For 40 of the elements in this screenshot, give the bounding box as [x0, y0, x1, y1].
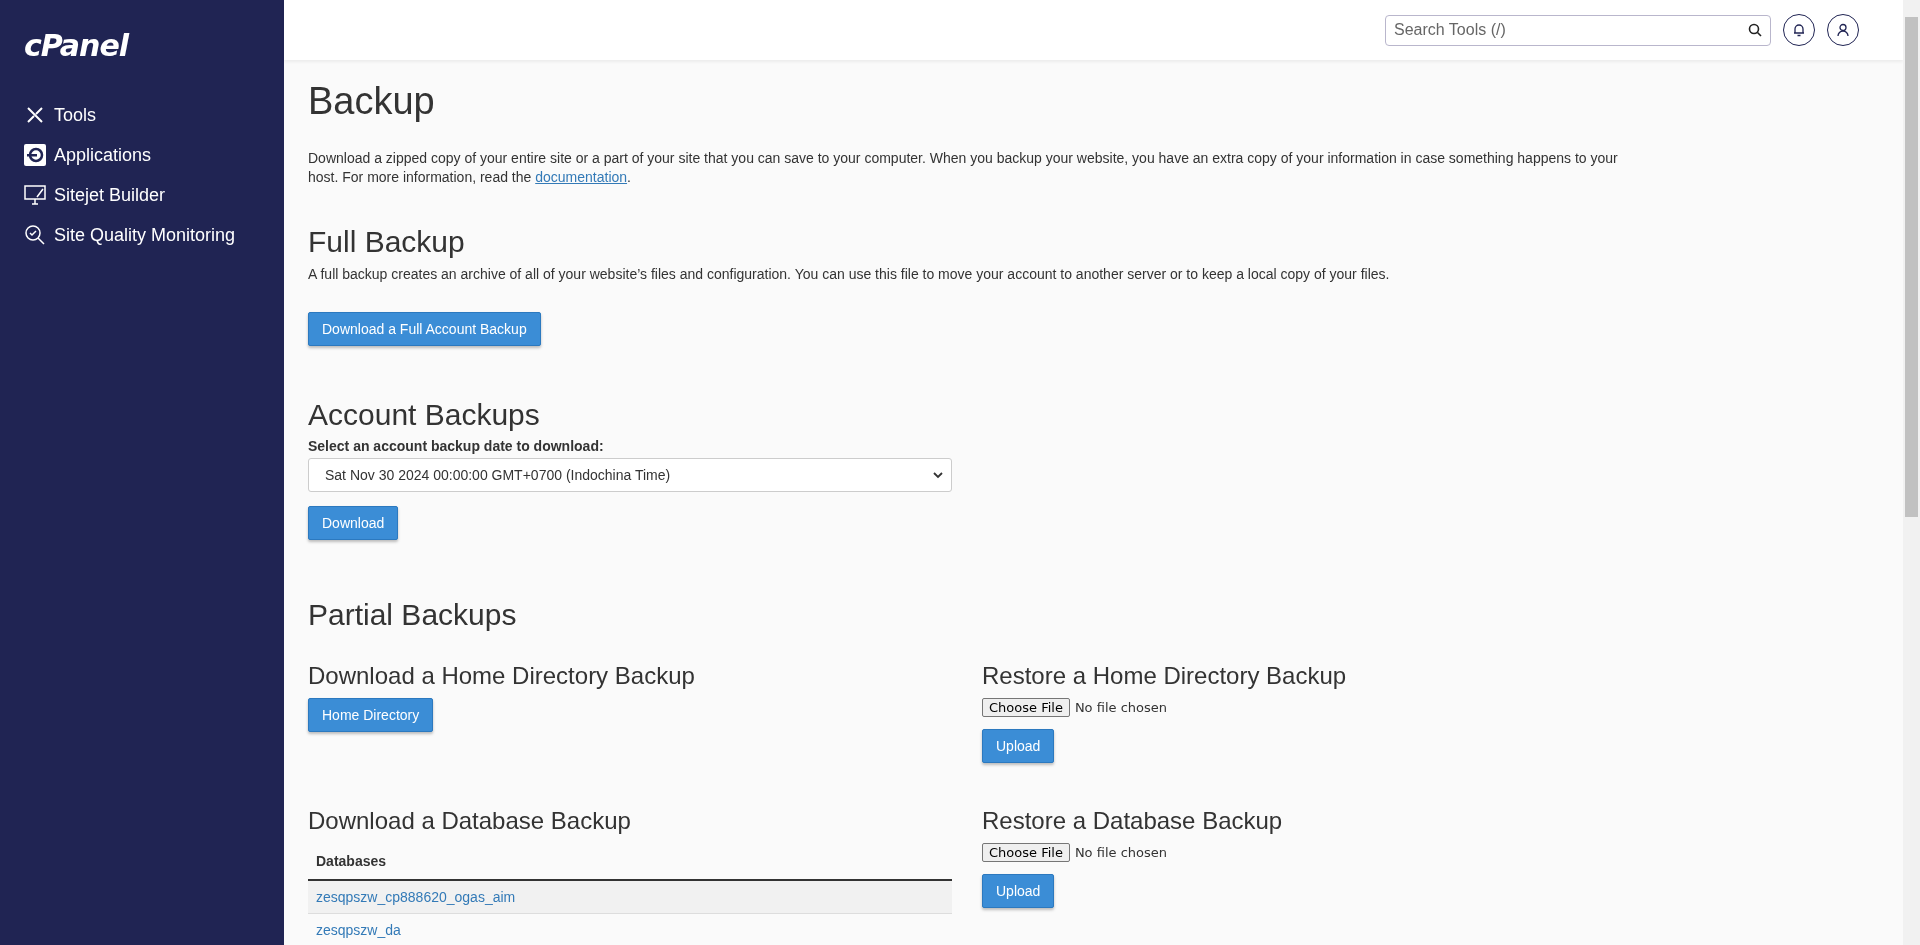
- subsection-heading: Restore a Home Directory Backup: [982, 662, 1348, 690]
- monitor-icon: [24, 184, 46, 206]
- choose-file-button[interactable]: Choose File: [982, 698, 1070, 717]
- sidebar-item[interactable]: Tools: [24, 95, 284, 135]
- chevron-down-icon: [933, 471, 943, 479]
- magnifier-check-icon: [24, 224, 46, 246]
- search-icon: [1748, 22, 1762, 37]
- upload-button[interactable]: Upload: [982, 729, 1055, 763]
- upload-button[interactable]: Upload: [982, 874, 1055, 908]
- notifications-button[interactable]: [1783, 14, 1815, 46]
- sidebar-item[interactable]: Applications: [24, 135, 284, 175]
- section-heading: Full Backup: [308, 225, 466, 259]
- backup-date-select[interactable]: Sat Nov 30 2024 00:00:00 GMT+0700 (Indochina Time): [308, 458, 952, 492]
- subsection-heading: Download a Database Backup: [308, 807, 632, 835]
- full-backup-button[interactable]: Download a Full Account Backup: [308, 312, 541, 346]
- subsection-heading: Download a Home Directory Backup: [308, 662, 696, 690]
- file-status: No file chosen: [1074, 845, 1167, 860]
- logo: cPanel: [24, 28, 130, 63]
- file-status: No file chosen: [1074, 700, 1167, 715]
- bell-icon: [1792, 23, 1806, 37]
- database-link[interactable]: zesqpszw_da: [308, 914, 952, 945]
- user-icon: [1836, 23, 1850, 37]
- select-label: Select an account backup date to download:: [308, 438, 605, 454]
- user-button[interactable]: [1827, 14, 1859, 46]
- choose-file-button[interactable]: Choose File: [982, 843, 1070, 862]
- subsection-heading: Restore a Database Backup: [982, 807, 1284, 835]
- scrollbar-thumb[interactable]: [1905, 17, 1918, 517]
- home-directory-button[interactable]: Home Directory: [308, 698, 434, 732]
- page-title: Backup: [308, 80, 436, 123]
- section-heading: Partial Backups: [308, 598, 518, 632]
- download-button[interactable]: Download: [308, 506, 399, 540]
- section-heading: Account Backups: [308, 398, 541, 432]
- documentation-link[interactable]: documentation: [535, 169, 628, 185]
- database-link[interactable]: zesqpszw_cp888620_ogas_aim: [308, 881, 952, 914]
- sidebar-item[interactable]: Sitejet Builder: [24, 175, 284, 215]
- section-description: A full backup creates an archive of all of your website’s files and configuration. You can use this file to move your account to another server or to keep a local copy of your files.: [308, 265, 1391, 284]
- search-field[interactable]: Search Tools (/): [1385, 14, 1771, 46]
- applications-icon: [24, 144, 46, 166]
- sidebar-item[interactable]: Site Quality Monitoring: [24, 215, 284, 255]
- intro-text: Download a zipped copy of your entire site or a part of your site that you can save to your computer. When you backup your website, you have an extra copy of your information in case something happens to your host. For more information, read the documentation.: [308, 149, 1618, 187]
